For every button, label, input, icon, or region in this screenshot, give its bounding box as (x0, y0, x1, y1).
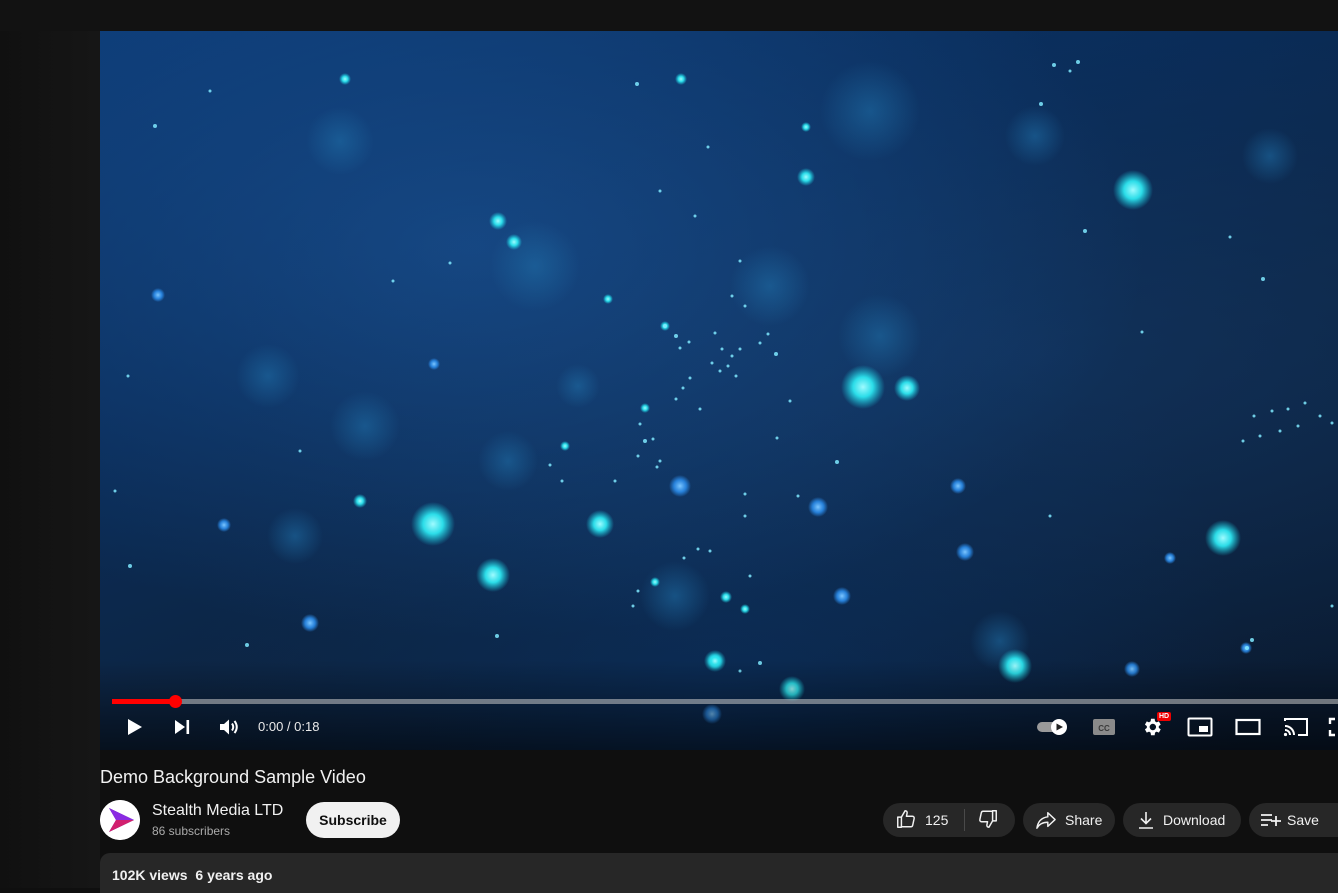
description-box[interactable] (100, 853, 1338, 893)
fullscreen-icon (1328, 717, 1338, 737)
channel-logo (100, 800, 140, 840)
hd-badge: HD (1157, 712, 1172, 721)
subscribe-button[interactable]: Subscribe (306, 802, 400, 838)
view-count: 102K views (112, 867, 188, 883)
theater-mode-icon (1235, 718, 1261, 736)
channel-avatar[interactable] (100, 800, 140, 840)
autoplay-toggle[interactable] (1034, 715, 1070, 739)
autoplay-toggle-icon (1035, 717, 1069, 737)
playlist-add-icon (1259, 810, 1281, 830)
upload-age: 6 years ago (195, 867, 273, 883)
miniplayer-button[interactable] (1185, 715, 1215, 739)
theater-mode-button[interactable] (1233, 715, 1263, 739)
miniplayer-icon (1187, 717, 1213, 737)
play-icon (124, 717, 144, 737)
time-display: 0:00 / 0:18 (258, 719, 320, 734)
download-label: Download (1163, 812, 1226, 828)
share-button[interactable]: Share (1023, 803, 1115, 837)
thumbs-up-icon (895, 808, 917, 833)
captions-icon: CC (1092, 718, 1116, 736)
progress-scrubber[interactable] (168, 695, 182, 708)
play-button[interactable] (120, 715, 148, 739)
like-count: 125 (925, 812, 949, 828)
like-dislike-group: 125 (883, 803, 1015, 837)
download-button[interactable]: Download (1123, 803, 1241, 837)
svg-text:CC: CC (1098, 724, 1110, 733)
save-button[interactable]: Save (1249, 803, 1338, 837)
progress-bar[interactable] (112, 695, 1338, 708)
subscriber-count: 86 subscribers (152, 824, 231, 838)
like-button[interactable]: 125 (883, 803, 948, 837)
video-player[interactable]: 0:00 / 0:18 CC HD (100, 31, 1338, 750)
left-margin (0, 31, 100, 888)
volume-button[interactable] (215, 715, 243, 739)
video-title: Demo Background Sample Video (100, 767, 366, 787)
description-meta: 102K views 6 years ago (112, 866, 272, 884)
captions-button[interactable]: CC (1090, 715, 1118, 739)
thumbs-down-icon (977, 808, 999, 833)
download-icon (1135, 810, 1157, 830)
cast-button[interactable] (1281, 715, 1311, 739)
like-divider (964, 809, 966, 831)
next-icon (172, 717, 192, 737)
cast-icon (1283, 717, 1309, 737)
share-icon (1035, 810, 1057, 830)
fullscreen-button[interactable] (1328, 715, 1338, 739)
video-frame-particles (113, 60, 1334, 724)
top-bar (0, 0, 1338, 31)
dislike-button[interactable] (969, 803, 999, 837)
next-button[interactable] (168, 715, 196, 739)
save-label: Save (1287, 812, 1319, 828)
channel-name[interactable]: Stealth Media LTD (152, 801, 283, 821)
volume-icon (218, 717, 240, 737)
progress-played (112, 699, 175, 704)
share-label: Share (1065, 812, 1103, 828)
